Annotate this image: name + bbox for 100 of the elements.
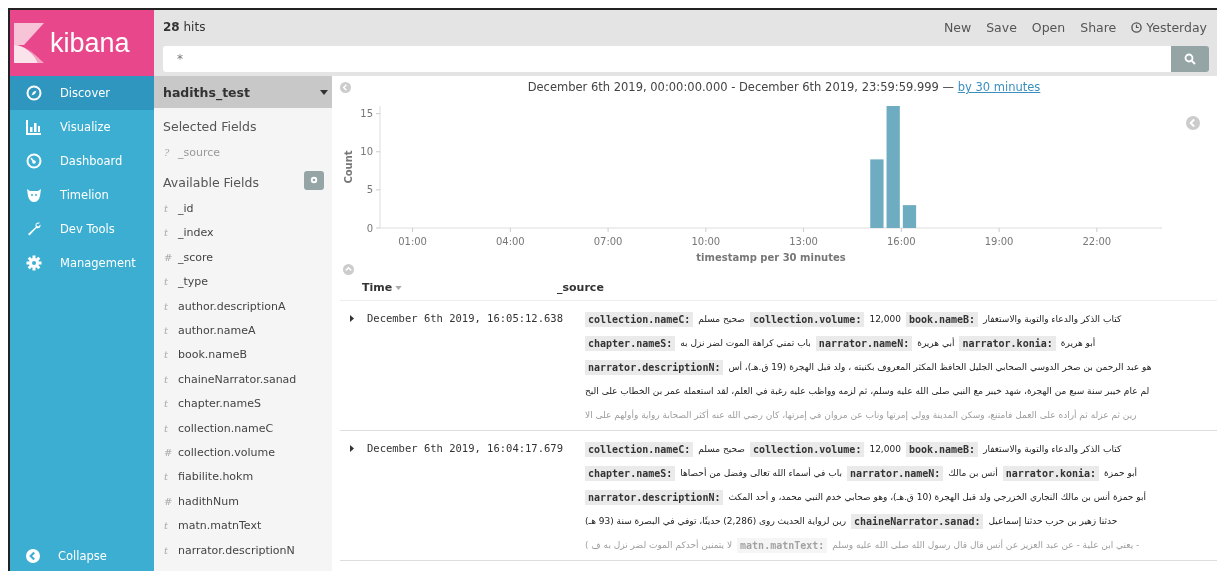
field-item[interactable]: t narrator.descriptionN: [154, 537, 332, 563]
field-item[interactable]: t matn.matnText: [154, 513, 332, 538]
field-key: chaineNarrator.sanad:: [851, 513, 984, 529]
timestamp-cell: December 6th 2019, 16:05:12.638: [367, 312, 563, 324]
y-tick-label: 10: [360, 146, 373, 158]
section-title: Selected Fields: [162, 118, 258, 136]
field-value: 12,000: [869, 314, 901, 324]
field-key: book.nameB:: [905, 441, 979, 457]
field-value: 12,000: [869, 444, 901, 454]
search-icon: [1184, 53, 1196, 65]
field-value: باب تمني كراهة الموت لضر نزل به: [680, 338, 811, 348]
hits-count: 28 hits: [163, 20, 206, 34]
field-item[interactable]: t _type: [154, 269, 332, 294]
y-tick-label: 15: [360, 108, 373, 120]
field-key: narrator.konia:: [1002, 465, 1100, 481]
field-key: collection.nameC:: [585, 311, 694, 327]
field-item[interactable]: t chaineNarrator.sanad: [154, 367, 332, 392]
x-tick-label: 04:00: [495, 236, 525, 247]
menu-link[interactable]: New: [943, 19, 972, 35]
settings-icon: [309, 175, 319, 186]
search-field[interactable]: *: [163, 46, 1171, 72]
field-settings-button[interactable]: [304, 170, 324, 190]
field-item[interactable]: # hadithNum: [154, 489, 332, 514]
field-value: حدثنا زهير بن حرب حدثنا إسماعيل: [988, 516, 1118, 526]
x-tick-label: 19:00: [984, 236, 1014, 247]
field-value: كتاب الذكر والدعاء والتوبة والاستغفار: [983, 444, 1122, 454]
x-tick-label: 07:00: [593, 236, 623, 247]
field-item[interactable]: t book.nameB: [154, 342, 332, 368]
field-value: أبي هريرة: [917, 338, 955, 348]
field-value: أنس بن مالك: [948, 468, 998, 478]
field-value: لا يتمنين أحدكم الموت لضر نزل به ف ): [585, 540, 733, 550]
field-key: collection.nameC:: [585, 441, 694, 457]
caret-right-icon[interactable]: [349, 445, 355, 452]
field-key: narrator.konia:: [959, 335, 1056, 351]
field-value: أبو حمزة أنس بن مالك النجاري الخزرجي ولد قبل الهجرة (10 ق.هـ)، وهو صحابي خدم النبي محمد، و أحد المكث: [728, 492, 1146, 502]
menu-link[interactable]: Share: [1080, 19, 1117, 35]
field-value: باب في أسماء الله تعالى وفضل من أحصاها: [680, 468, 842, 478]
logo-text: kibana: [50, 27, 130, 59]
caret-right-icon[interactable]: [349, 315, 355, 322]
compass-icon: [26, 85, 42, 101]
field-value: لم عام خيبر سنة سبع من الهجرة، شهد خيبر مع النبي صلى الله عليه وسلم، ثم لزمه وواظب عليه رغبة في العلم، لقد استعمله عمر بن الخطاب على البح: [585, 386, 1150, 396]
bear-icon: [26, 187, 42, 203]
field-item[interactable]: t _index: [154, 220, 332, 246]
wrench-icon: [26, 221, 42, 237]
field-item[interactable]: t collection.nameC: [154, 415, 332, 441]
histogram-bar[interactable]: [870, 159, 884, 228]
histogram-bar[interactable]: [902, 205, 917, 228]
field-item[interactable]: t author.descriptionA: [154, 293, 332, 319]
field-value: أبو هريرة: [1060, 338, 1096, 348]
index-pattern-selector[interactable]: hadiths_test: [154, 76, 332, 108]
field-key: book.nameB:: [905, 311, 979, 327]
collapse-chart-icon[interactable]: [343, 264, 354, 275]
menu-link[interactable]: Open: [1031, 19, 1066, 35]
histogram-bar[interactable]: [886, 106, 900, 228]
y-axis-label: Count: [343, 150, 354, 184]
field-value: أبو حمزة: [1104, 468, 1138, 478]
field-value: كتاب الذكر والدعاء والتوبة والاستغفار: [983, 314, 1122, 324]
field-value: - يعني ابن علية - عن عبد العزيز عن أنس قال قال رسول الله صلى الله عليه وسلم: [832, 540, 1140, 550]
field-key: chapter.nameS:: [585, 335, 676, 351]
time-range-text: December 6th 2019, 00:00:00.000 - December 6th 2019, 23:59:59.999 —: [527, 80, 955, 94]
menu-link[interactable]: Save: [986, 19, 1017, 35]
field-item[interactable]: t _id: [154, 196, 332, 221]
caret-icon: [320, 89, 328, 95]
x-tick-label: 16:00: [886, 236, 916, 247]
chevron-left-icon: [26, 549, 40, 563]
column-header[interactable]: Time: [340, 281, 557, 294]
field-value: هو عبد الرحمن بن صخر الدوسي الصحابي الجليل الحافظ المكثر المعروف بكنيته ، ولد قبل الهجرة (19 ق.هـ)، أس: [728, 362, 1152, 372]
field-item[interactable]: t fiabilite.hokm: [154, 464, 332, 490]
x-axis-label: timestamp per 30 minutes: [696, 252, 846, 263]
y-tick-label: 5: [366, 184, 373, 196]
field-value: صحيح مسلم: [698, 444, 746, 454]
field-key: chapter.nameS:: [585, 465, 676, 481]
field-value: رين لرواية الحديث روى (2,286) حديثًا، توفي في البصرة سنة (93 هـ): [585, 516, 847, 526]
field-key: narrator.nameN:: [847, 465, 944, 481]
time-picker-link[interactable]: Yesterday: [1131, 19, 1207, 35]
section-title: Available Fields: [162, 174, 260, 193]
field-key: collection.volume:: [750, 441, 865, 457]
x-tick-label: 22:00: [1082, 236, 1112, 247]
field-value: صحيح مسلم: [698, 314, 746, 324]
field-key: narrator.descriptionN:: [585, 359, 724, 375]
bar-chart-icon: [26, 119, 42, 135]
field-key: collection.volume:: [750, 311, 865, 327]
chevron-left-icon[interactable]: [1186, 116, 1200, 130]
field-item[interactable]: # _score: [154, 245, 332, 270]
x-tick-label: 01:00: [398, 236, 427, 247]
field-value: رين ثم عزله ثم أراده على العمل فامتنع، وسكن المدينة وولي إمرتها وناب عن مروان في إمرتها، كان رضي الله عنه أكثر الصحابة رواية وأولهم على الا: [585, 410, 1137, 420]
gauge-icon: [26, 153, 42, 169]
kibana-logo-icon: [14, 23, 44, 63]
column-header[interactable]: _source: [557, 281, 604, 294]
x-tick-label: 10:00: [691, 236, 721, 247]
search-button[interactable]: [1171, 46, 1209, 72]
interval-link[interactable]: by 30 minutes: [957, 80, 1041, 94]
field-item[interactable]: # collection.volume: [154, 440, 332, 465]
settings-icon: [26, 255, 42, 271]
field-key: narrator.descriptionN:: [585, 489, 724, 505]
field-item[interactable]: t chapter.nameS: [154, 391, 332, 416]
collapse-sidebar-icon[interactable]: [340, 81, 351, 93]
timestamp-cell: December 6th 2019, 16:04:17.679: [367, 442, 563, 454]
y-tick-label: 0: [366, 222, 373, 234]
field-item[interactable]: t author.nameA: [154, 318, 332, 343]
